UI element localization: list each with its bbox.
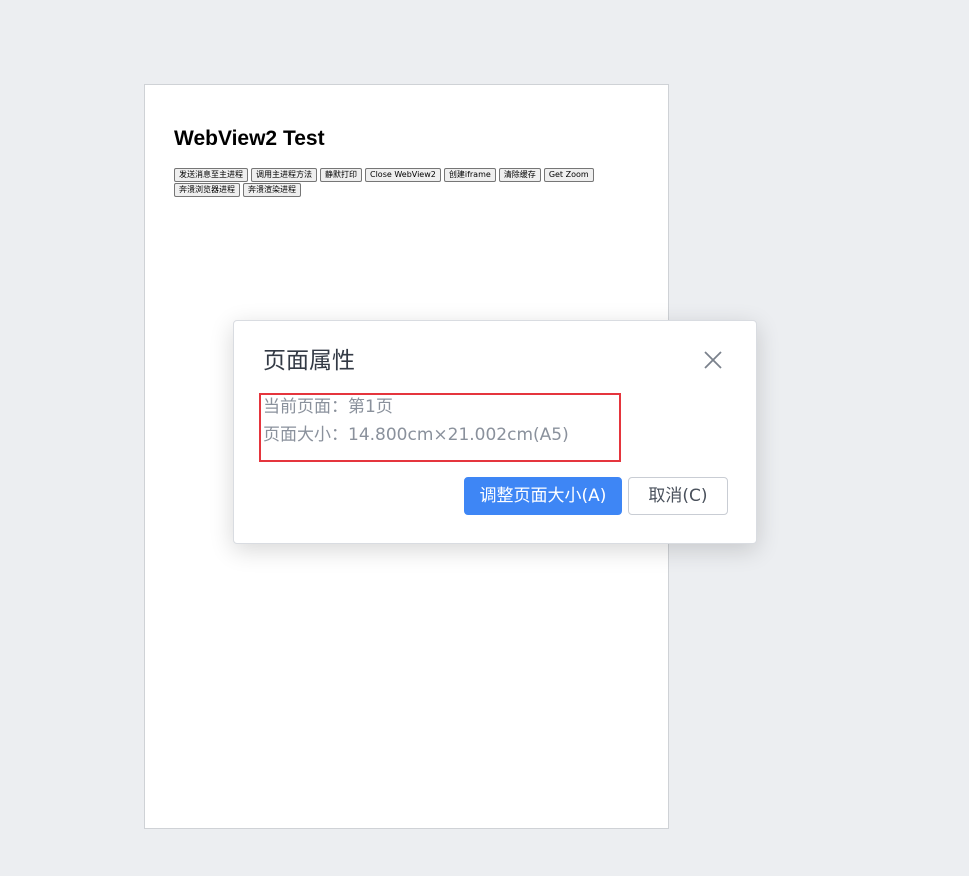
dialog-title: 页面属性	[263, 348, 355, 374]
current-page-info: 当前页面：第1页	[263, 397, 393, 417]
crash-renderer-process-button[interactable]: 奔溃渲染进程	[243, 183, 301, 197]
resize-page-button[interactable]: 调整页面大小(A)	[464, 477, 622, 515]
cancel-button[interactable]: 取消(C)	[628, 477, 728, 515]
call-main-method-button[interactable]: 调用主进程方法	[251, 168, 317, 182]
send-message-button[interactable]: 发送消息至主进程	[174, 168, 248, 182]
test-button-toolbar: 发送消息至主进程 调用主进程方法 静默打印 Close WebView2 创建ifram…	[174, 168, 644, 198]
silent-print-button[interactable]: 静默打印	[320, 168, 362, 182]
crash-browser-process-button[interactable]: 奔溃浏览器进程	[174, 183, 240, 197]
page-title: WebView2 Test	[174, 127, 325, 150]
get-zoom-button[interactable]: Get Zoom	[543, 168, 594, 182]
close-icon[interactable]	[700, 347, 726, 373]
page-size-info: 页面大小：14.800cm×21.002cm(A5)	[263, 425, 569, 445]
create-iframe-button[interactable]: 创建iframe	[443, 168, 496, 182]
page-properties-dialog: 页面属性 当前页面：第1页 页面大小：14.800cm×21.002cm(A5)…	[233, 320, 757, 544]
close-webview2-button[interactable]: Close WebView2	[365, 168, 441, 182]
clear-cache-button[interactable]: 清除缓存	[498, 168, 541, 182]
